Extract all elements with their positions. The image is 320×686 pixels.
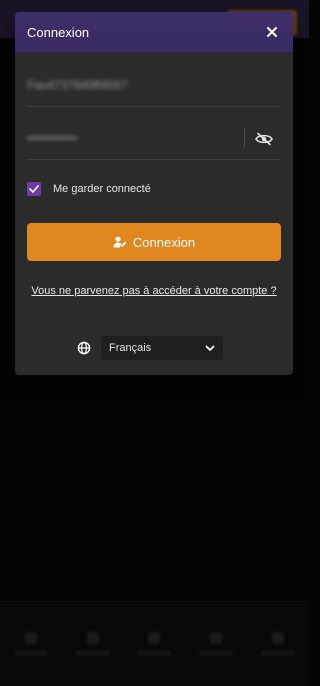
remember-checkbox[interactable]: [27, 182, 41, 196]
modal-title: Connexion: [27, 24, 90, 40]
close-button[interactable]: [263, 23, 281, 41]
login-modal: Connexion Fau4737849ff4567 ••••••••••••: [15, 12, 293, 375]
nav-item: [126, 632, 182, 656]
remember-label: Me garder connecté: [53, 183, 151, 195]
close-icon: [267, 27, 277, 37]
bottom-nav: [0, 601, 309, 686]
nav-label: [137, 650, 172, 656]
nav-icon: [24, 632, 37, 644]
login-button[interactable]: Connexion: [27, 223, 281, 261]
password-divider: [244, 128, 245, 148]
modal-header: Connexion: [15, 12, 293, 52]
nav-item: [250, 632, 306, 656]
remember-me: Me garder connecté: [27, 182, 151, 196]
eye-slash-icon: [255, 132, 273, 146]
page: Connexion Fau4737849ff4567 ••••••••••••: [0, 0, 309, 686]
nav-item: [188, 632, 244, 656]
language-row: Français: [77, 336, 223, 360]
password-value: ••••••••••••: [27, 131, 78, 145]
nav-item: [65, 632, 121, 656]
nav-label: [199, 650, 234, 656]
chevron-down-icon: [205, 345, 215, 351]
login-label: Connexion: [132, 234, 196, 250]
language-select[interactable]: Français: [101, 336, 223, 360]
username-value: Fau4737849ff4567: [27, 78, 128, 92]
account-help-link[interactable]: Vous ne parvenez pas à accéder à votre c…: [27, 284, 281, 298]
nav-icon: [272, 632, 285, 644]
nav-icon: [86, 632, 99, 644]
globe-icon: [77, 341, 91, 355]
nav-label: [13, 650, 48, 656]
username-field[interactable]: Fau4737849ff4567: [27, 66, 281, 107]
toggle-password-button[interactable]: [255, 131, 273, 146]
nav-item: [3, 632, 59, 656]
nav-icon: [148, 632, 161, 644]
checkmark-icon: [29, 185, 39, 193]
user-edit-icon: [113, 236, 127, 248]
nav-label: [261, 650, 296, 656]
nav-label: [75, 650, 110, 656]
password-field[interactable]: ••••••••••••: [27, 119, 281, 160]
language-value: Français: [109, 342, 152, 354]
nav-icon: [210, 632, 223, 644]
